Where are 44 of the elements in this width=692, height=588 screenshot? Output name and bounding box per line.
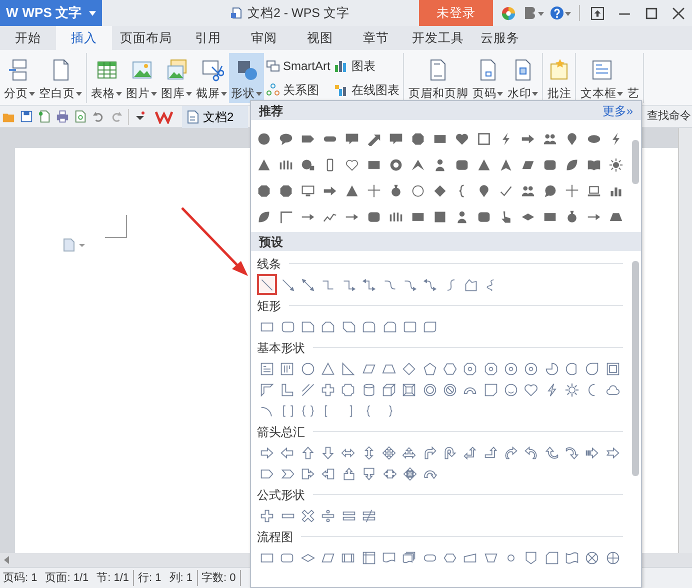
ribbon-button[interactable]: 空白页 (37, 53, 84, 103)
status-text: 节: 1/1 (96, 570, 134, 586)
section-label: 基本形状 (257, 340, 305, 356)
document-tab[interactable]: 文档2 (182, 106, 248, 128)
ribbon-button[interactable]: 图库 (159, 53, 194, 103)
ribbon-button[interactable]: 形状 (229, 53, 264, 103)
menu-tab[interactable]: 页面布局 (112, 26, 180, 50)
section-label: 箭头总汇 (257, 424, 305, 440)
menu-tab[interactable]: 开发工具 (404, 26, 472, 50)
status-text: 字数: 0 (202, 570, 241, 586)
ribbon-button[interactable]: 页码 (470, 53, 506, 103)
app-menu-button[interactable]: W WPS 文字 (0, 0, 102, 26)
ribbon-button[interactable]: 图片 (124, 53, 159, 103)
more-link[interactable]: 更多» (602, 102, 633, 120)
ribbon-button[interactable]: SmartArt (264, 54, 332, 78)
command-search-label: 查找命令 (647, 109, 692, 124)
ribbon-button[interactable]: 在线图表 (332, 78, 402, 102)
window-title: 文档2 - WPS 文字 (247, 4, 350, 22)
section-label: 公式形状 (257, 486, 305, 504)
menu-tab[interactable]: 开始 (0, 26, 56, 50)
menu-tab[interactable]: 审阅 (236, 26, 292, 50)
menu-tab[interactable]: 插入 (56, 26, 112, 50)
status-text: 页面: 1/1 (45, 570, 90, 586)
section-label: 矩形 (257, 298, 281, 314)
ribbon-button[interactable]: 页眉和页脚 (406, 53, 470, 103)
section-label: 流程图 (257, 528, 293, 546)
ribbon-button[interactable]: 批注 (545, 53, 574, 103)
status-text: 页码: 1 (3, 570, 38, 586)
section-header: 推荐 (259, 102, 283, 120)
status-text: 列: 1 (169, 570, 198, 586)
ribbon-button[interactable]: 截屏 (194, 53, 229, 103)
menu-tab[interactable]: 云服务 (472, 26, 528, 50)
ribbon-button[interactable]: 图表 (332, 54, 402, 78)
ribbon-button[interactable]: 关系图 (264, 78, 332, 102)
ribbon-button[interactable]: 分页 (2, 53, 37, 103)
ribbon-button[interactable]: 文本框 (578, 53, 626, 103)
menu-tab[interactable]: 章节 (348, 26, 404, 50)
menu-tab[interactable]: 视图 (292, 26, 348, 50)
section-label: 线条 (257, 256, 281, 272)
section-header: 预设 (259, 234, 283, 250)
status-text: 行: 1 (138, 570, 162, 586)
ribbon-button[interactable]: 艺 (625, 53, 642, 103)
ribbon-button[interactable]: 表格 (89, 53, 124, 103)
menu-tab[interactable]: 引用 (180, 26, 236, 50)
